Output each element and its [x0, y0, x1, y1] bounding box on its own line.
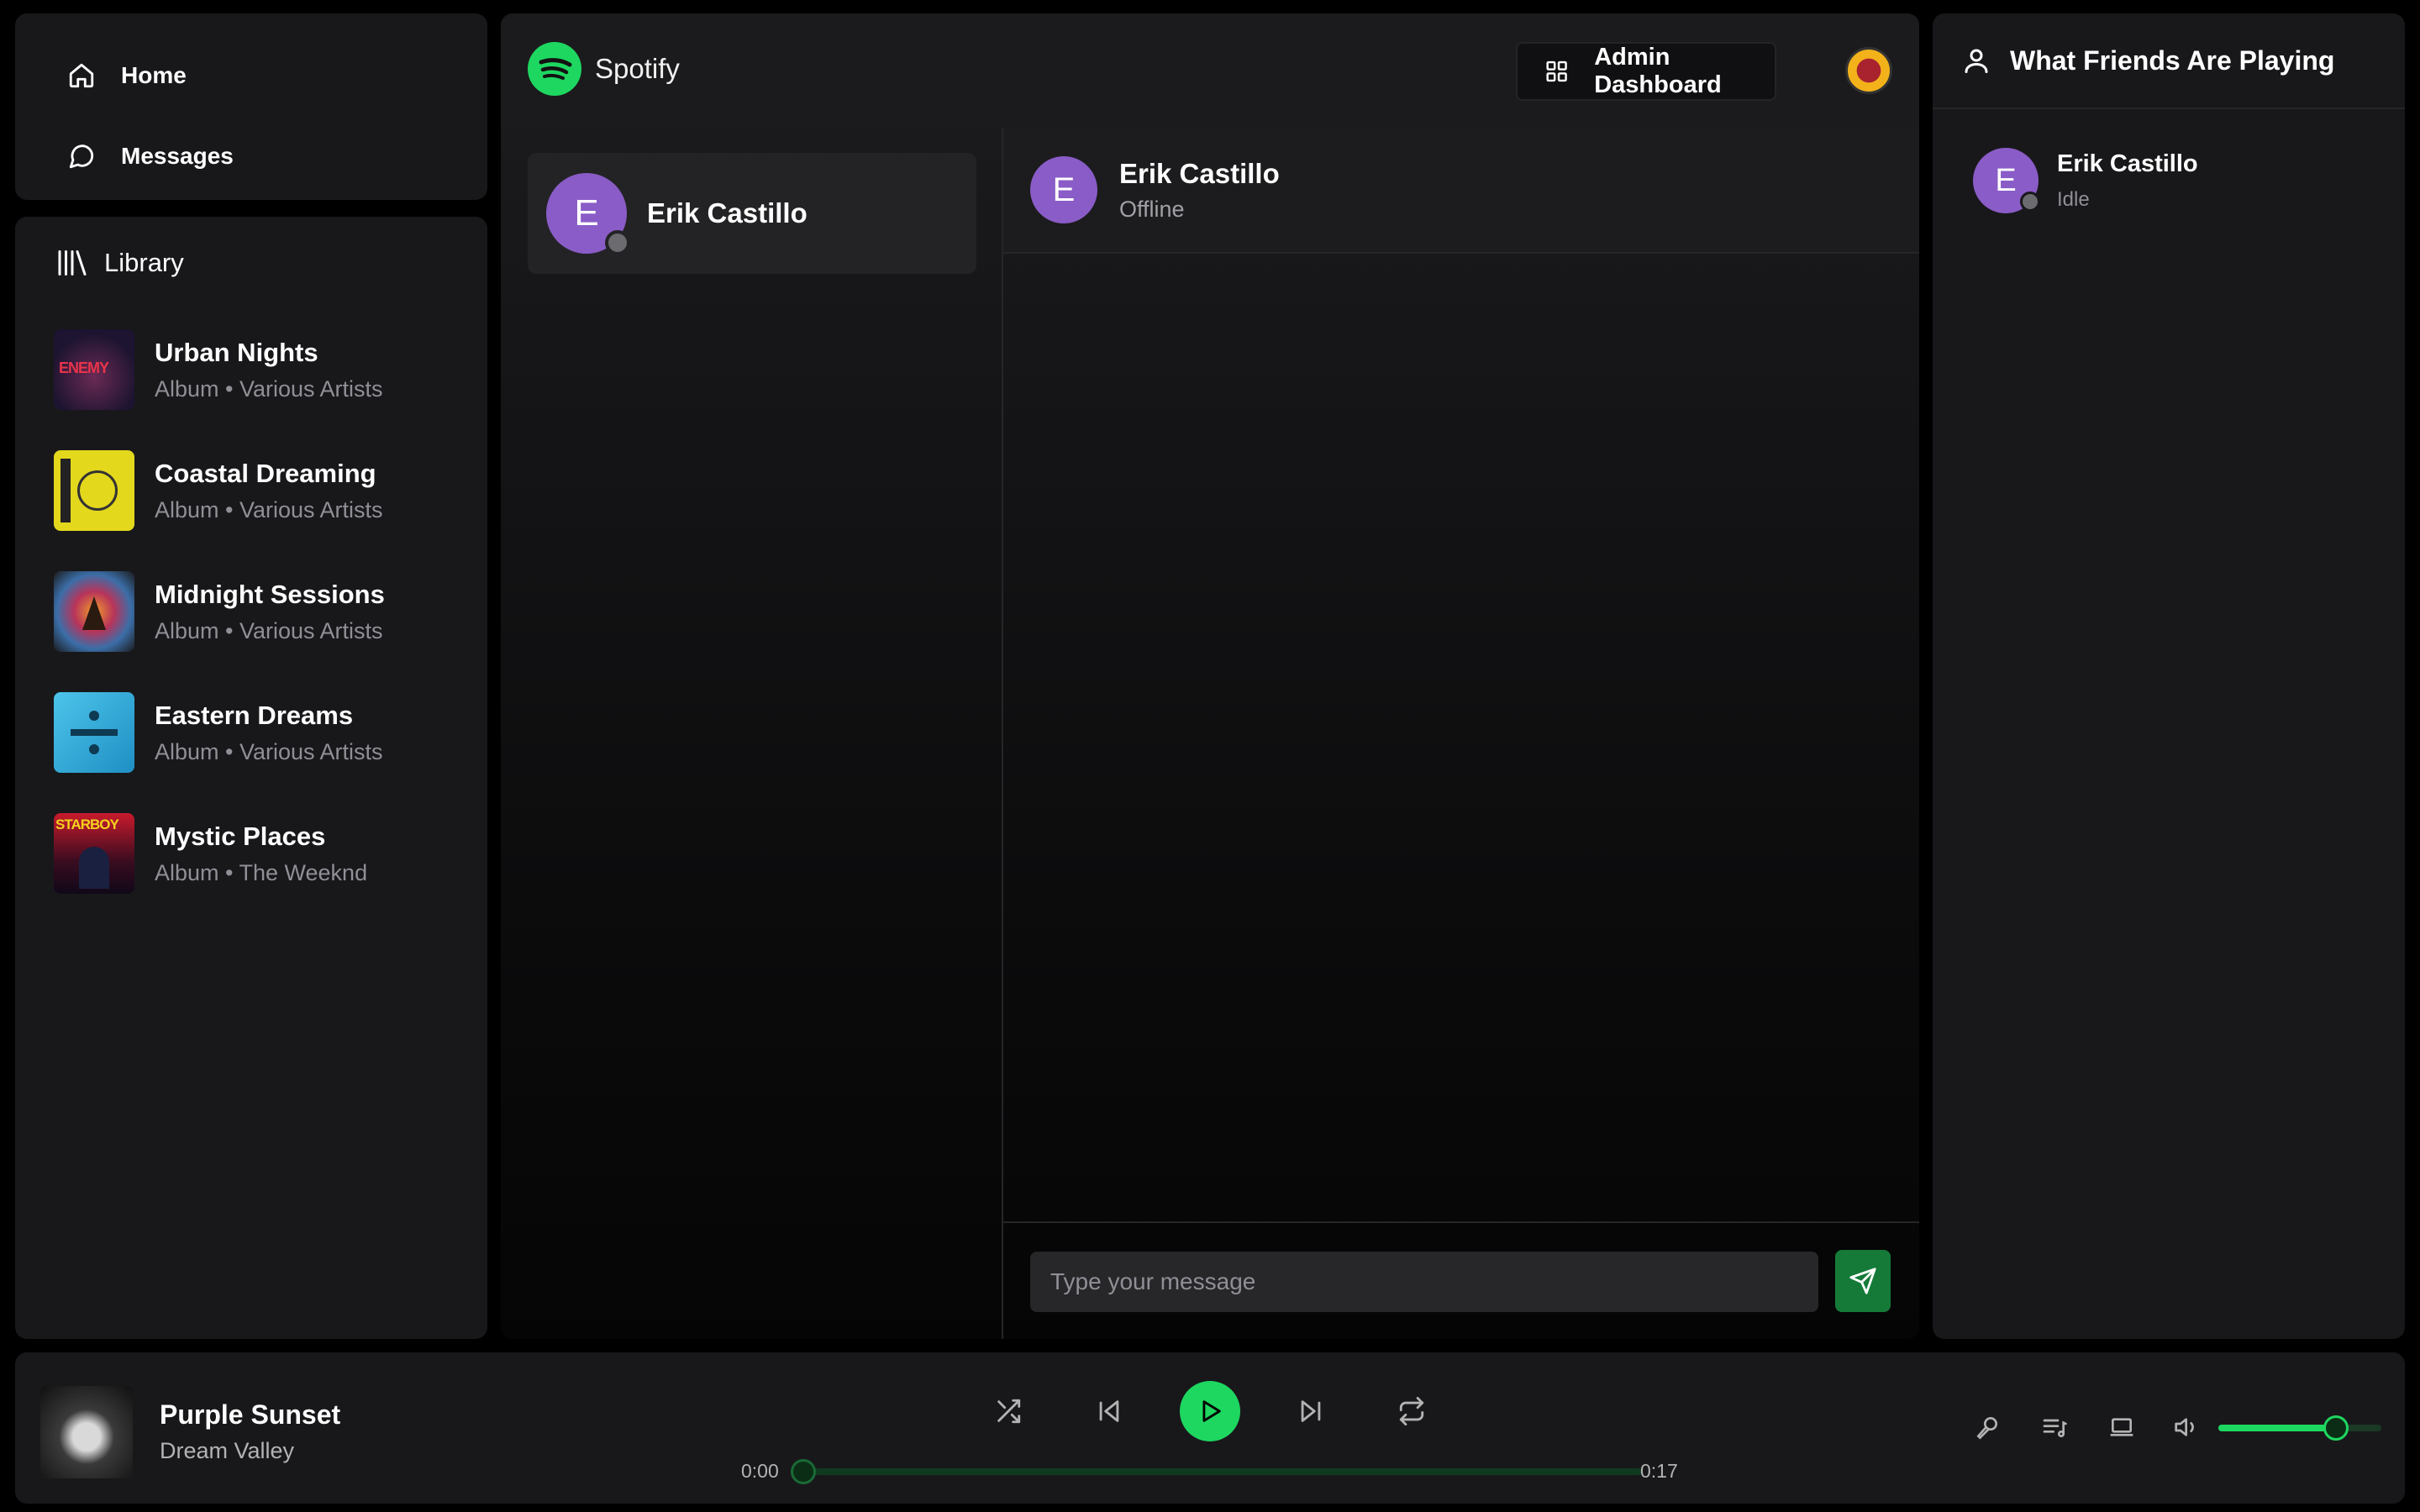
top-bar: Spotify Admin Dashboard — [501, 13, 1919, 128]
now-playing-title[interactable]: Purple Sunset — [160, 1399, 340, 1431]
nav-home[interactable]: Home — [15, 45, 487, 106]
admin-dashboard-button[interactable]: Admin Dashboard — [1516, 42, 1776, 101]
avatar-initial: E — [1995, 162, 2017, 198]
volume-icon — [2175, 1418, 2194, 1436]
library-header[interactable]: Library — [15, 217, 487, 309]
volume-slider[interactable] — [2218, 1415, 2381, 1441]
messages-panel: Spotify Admin Dashboard E Erik Castillo … — [501, 13, 1919, 1339]
shuffle-button[interactable] — [983, 1386, 1034, 1436]
album-art-text: ENEMY — [59, 360, 109, 376]
library-item-title: Mystic Places — [155, 821, 326, 851]
library-item-title: Urban Nights — [155, 337, 318, 367]
player-bar: Purple Sunset Dream Valley 0:00 0:17 — [15, 1352, 2405, 1504]
microphone-icon — [1976, 1417, 1997, 1440]
album-art — [54, 692, 134, 773]
album-art — [54, 450, 134, 531]
library-item-title: Eastern Dreams — [155, 700, 354, 730]
library-item-subtitle: Album • Various Artists — [155, 617, 383, 643]
dashboard-grid-icon — [1546, 60, 1567, 82]
friends-panel: What Friends Are Playing E Erik Castillo… — [1933, 13, 2405, 1339]
brand-name: Spotify — [595, 53, 680, 84]
library-item-title: Midnight Sessions — [155, 579, 385, 609]
library-panel: Library ENEMY Urban Nights Album • Vario… — [15, 217, 487, 1339]
queue-icon — [2043, 1419, 2067, 1437]
previous-button[interactable] — [1084, 1386, 1134, 1436]
contacts-list: E Erik Castillo — [501, 128, 1003, 1339]
spotify-logo-icon — [528, 42, 581, 96]
skip-forward-icon — [1301, 1400, 1321, 1422]
library-item-subtitle: Album • Various Artists — [155, 738, 383, 764]
library-icon — [58, 250, 87, 276]
library-item[interactable]: Midnight Sessions Album • Various Artist… — [15, 551, 487, 672]
album-art: STARBOY — [54, 813, 134, 894]
main-nav: Home Messages — [15, 13, 487, 200]
lyrics-button[interactable] — [1966, 1406, 2008, 1448]
play-icon — [1202, 1400, 1221, 1422]
library-item[interactable]: ENEMY Urban Nights Album • Various Artis… — [15, 309, 487, 430]
message-circle-icon — [69, 144, 94, 169]
user-icon — [1965, 49, 1988, 73]
chat-header: E Erik Castillo Offline — [1003, 128, 1919, 254]
friends-title: What Friends Are Playing — [2010, 45, 2335, 76]
friend-item[interactable]: E Erik Castillo Idle — [1933, 109, 2405, 213]
library-item-subtitle: Album • Various Artists — [155, 375, 383, 402]
album-art: ENEMY — [54, 329, 134, 410]
avatar: E — [1973, 148, 2040, 213]
library-item-subtitle: Album • Various Artists — [155, 496, 383, 522]
friend-name: Erik Castillo — [2057, 150, 2198, 177]
laptop-icon — [2110, 1418, 2133, 1436]
friends-header: What Friends Are Playing — [1933, 13, 2405, 109]
now-playing-artist[interactable]: Dream Valley — [160, 1438, 294, 1464]
next-button[interactable] — [1286, 1386, 1336, 1436]
friend-status: Idle — [2057, 187, 2090, 211]
repeat-button[interactable] — [1386, 1386, 1437, 1436]
queue-button[interactable] — [2033, 1406, 2075, 1448]
nav-messages-label: Messages — [121, 143, 234, 169]
send-button[interactable] — [1835, 1250, 1891, 1312]
message-composer — [1003, 1221, 1919, 1339]
album-art — [54, 571, 134, 652]
shuffle-icon — [997, 1399, 1021, 1424]
admin-dashboard-label: Admin Dashboard — [1594, 44, 1722, 98]
app-root: Home Messages Library ENEMY Urban Nights… — [0, 0, 2420, 1512]
devices-button[interactable] — [2101, 1406, 2143, 1448]
volume-knob[interactable] — [2323, 1415, 2349, 1441]
progress-bar[interactable] — [791, 1459, 1642, 1484]
library-item[interactable]: Eastern Dreams Album • Various Artists — [15, 672, 487, 793]
message-input[interactable] — [1030, 1252, 1818, 1312]
library-item[interactable]: Coastal Dreaming Album • Various Artists — [15, 430, 487, 551]
volume-button[interactable] — [2166, 1406, 2208, 1448]
repeat-icon — [1399, 1397, 1424, 1425]
now-playing-art[interactable] — [40, 1386, 133, 1478]
skip-back-icon — [1099, 1400, 1119, 1422]
nav-home-label: Home — [121, 62, 187, 88]
library-item-subtitle: Album • The Weeknd — [155, 859, 368, 885]
library-item-title: Coastal Dreaming — [155, 458, 376, 488]
avatar-initial: E — [1052, 171, 1076, 208]
library-title: Library — [104, 248, 184, 277]
play-button[interactable] — [1180, 1381, 1240, 1441]
home-icon — [69, 63, 94, 88]
brand[interactable]: Spotify — [528, 42, 680, 96]
volume-fill — [2218, 1425, 2336, 1431]
duration: 0:17 — [1640, 1460, 1678, 1482]
chat-user-status: Offline — [1119, 196, 1185, 222]
avatar: E — [546, 173, 630, 255]
library-item[interactable]: STARBOY Mystic Places Album • The Weeknd — [15, 793, 487, 914]
avatar: E — [1030, 156, 1097, 223]
avatar-initial: E — [574, 192, 599, 234]
progress-knob[interactable] — [791, 1459, 816, 1484]
album-art-text: STARBOY — [55, 816, 119, 832]
current-time: 0:00 — [741, 1460, 779, 1482]
user-avatar[interactable] — [1845, 47, 1892, 94]
contact-item[interactable]: E Erik Castillo — [528, 153, 976, 274]
send-icon — [1849, 1268, 1876, 1294]
contact-name: Erik Castillo — [647, 197, 808, 228]
status-dot — [2020, 192, 2040, 212]
nav-messages[interactable]: Messages — [15, 119, 487, 193]
chat-user-name: Erik Castillo — [1119, 157, 1280, 189]
status-dot — [605, 230, 630, 255]
